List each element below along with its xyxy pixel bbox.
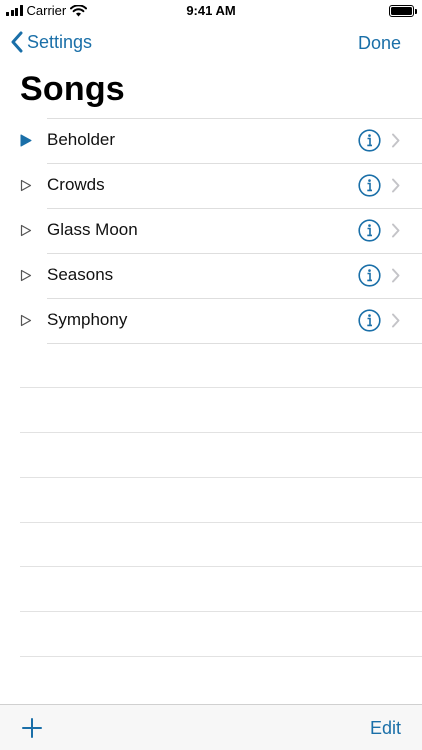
info-icon[interactable] xyxy=(358,309,381,332)
play-icon[interactable] xyxy=(20,224,32,237)
done-button[interactable]: Done xyxy=(358,33,401,54)
song-row[interactable]: Symphony xyxy=(0,298,422,343)
plus-icon[interactable] xyxy=(21,717,43,739)
list-bottom-divider xyxy=(47,343,422,344)
page-title: Songs xyxy=(20,70,125,108)
chevron-right-icon xyxy=(392,313,400,328)
row-divider xyxy=(20,387,422,388)
info-icon[interactable] xyxy=(358,219,381,242)
chevron-right-icon xyxy=(392,178,400,193)
row-divider xyxy=(20,432,422,433)
song-title: Glass Moon xyxy=(47,220,138,239)
status-bar: Carrier 9:41 AM xyxy=(0,0,422,22)
play-icon[interactable] xyxy=(20,269,32,282)
info-icon[interactable] xyxy=(358,264,381,287)
row-divider xyxy=(20,611,422,612)
edit-button[interactable]: Edit xyxy=(370,718,401,739)
nav-bar: Settings Done xyxy=(0,22,422,66)
info-icon[interactable] xyxy=(358,174,381,197)
chevron-right-icon xyxy=(392,133,400,148)
row-divider xyxy=(20,656,422,657)
row-divider xyxy=(20,522,422,523)
chevron-right-icon xyxy=(392,223,400,238)
song-title: Crowds xyxy=(47,175,105,194)
play-icon[interactable] xyxy=(20,314,32,327)
song-row[interactable]: Crowds xyxy=(0,163,422,208)
song-title: Seasons xyxy=(47,265,114,284)
chevron-right-icon xyxy=(392,268,400,283)
status-time: 9:41 AM xyxy=(186,3,236,18)
back-button[interactable]: Settings xyxy=(10,31,92,53)
song-row[interactable]: Beholder xyxy=(0,118,422,163)
row-divider xyxy=(20,477,422,478)
chevron-left-icon xyxy=(11,31,23,53)
bottom-toolbar: Edit xyxy=(0,704,422,750)
play-icon[interactable] xyxy=(20,179,32,192)
row-divider xyxy=(20,566,422,567)
songs-list: Beholder Crowds Glass Moon Seasons Symph… xyxy=(0,118,422,344)
battery-icon xyxy=(389,5,417,17)
back-button-label: Settings xyxy=(27,31,93,52)
song-title: Beholder xyxy=(47,130,116,149)
info-icon[interactable] xyxy=(358,129,381,152)
song-row[interactable]: Glass Moon xyxy=(0,208,422,253)
song-title: Symphony xyxy=(47,310,128,329)
play-icon[interactable] xyxy=(20,134,32,147)
song-row[interactable]: Seasons xyxy=(0,253,422,298)
